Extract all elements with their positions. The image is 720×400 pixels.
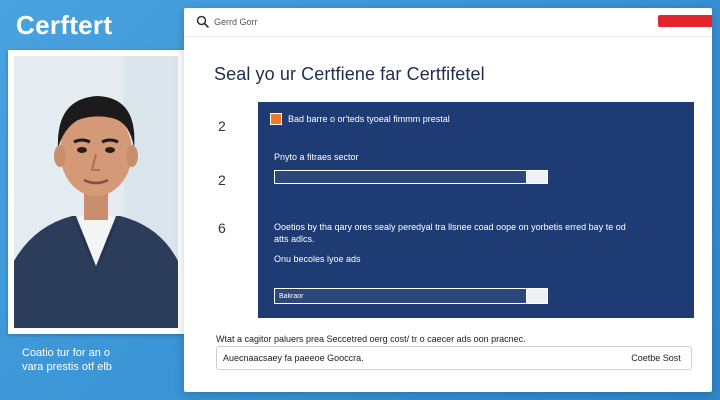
panel-paragraph-line2: atts adlcs.	[274, 234, 315, 244]
step-number-3: 6	[218, 220, 226, 236]
left-caption-line1: Coatio tur for an o	[22, 347, 111, 359]
search-input[interactable]	[214, 14, 414, 30]
panel-header: Bad barre o or'teds tyoeal fimmm prestal	[288, 114, 450, 124]
step-number-2: 2	[218, 172, 226, 188]
field2	[274, 288, 548, 304]
bottom-submit-button[interactable]: Coetbe Sost	[623, 349, 689, 367]
bottom-search-bar: Coetbe Sost	[216, 346, 692, 370]
step-number-1: 2	[218, 118, 226, 134]
form-window: Seal yo ur Certfiene far Certfifetel 2 2…	[184, 8, 712, 392]
panel-paragraph-line1: Ooetios by tha qary ores sealy peredyal …	[274, 222, 626, 232]
brand-title: Cerftert	[16, 10, 113, 40]
page-title: Seal yo ur Certfiene far Certfifetel	[214, 64, 485, 84]
panel-badge-icon	[270, 113, 282, 125]
person-portrait-image	[14, 56, 178, 328]
field2-button[interactable]	[527, 289, 547, 303]
field1	[274, 170, 548, 184]
form-panel: Bad barre o or'teds tyoeal fimmm prestal…	[258, 102, 694, 318]
top-bar	[184, 8, 712, 37]
field1-button[interactable]	[527, 171, 547, 183]
search-icon[interactable]	[196, 15, 210, 29]
field1-input[interactable]	[275, 171, 527, 183]
profile-photo	[14, 56, 178, 328]
field2-input[interactable]	[275, 289, 527, 303]
left-caption-line2: vara prestis otf elb	[22, 361, 112, 373]
bottom-input[interactable]	[223, 351, 583, 365]
field1-label: Pnyto a fitraes sector	[274, 152, 359, 162]
bottom-label: Wtat a cagitor paluers prea Seccetred oe…	[216, 334, 526, 344]
profile-photo-frame	[8, 50, 184, 334]
top-action-button[interactable]	[658, 15, 712, 27]
left-caption: Coatio tur for an o vara prestis otf elb	[22, 346, 172, 374]
field2-label: Onu becoles lyoe ads	[274, 254, 361, 264]
